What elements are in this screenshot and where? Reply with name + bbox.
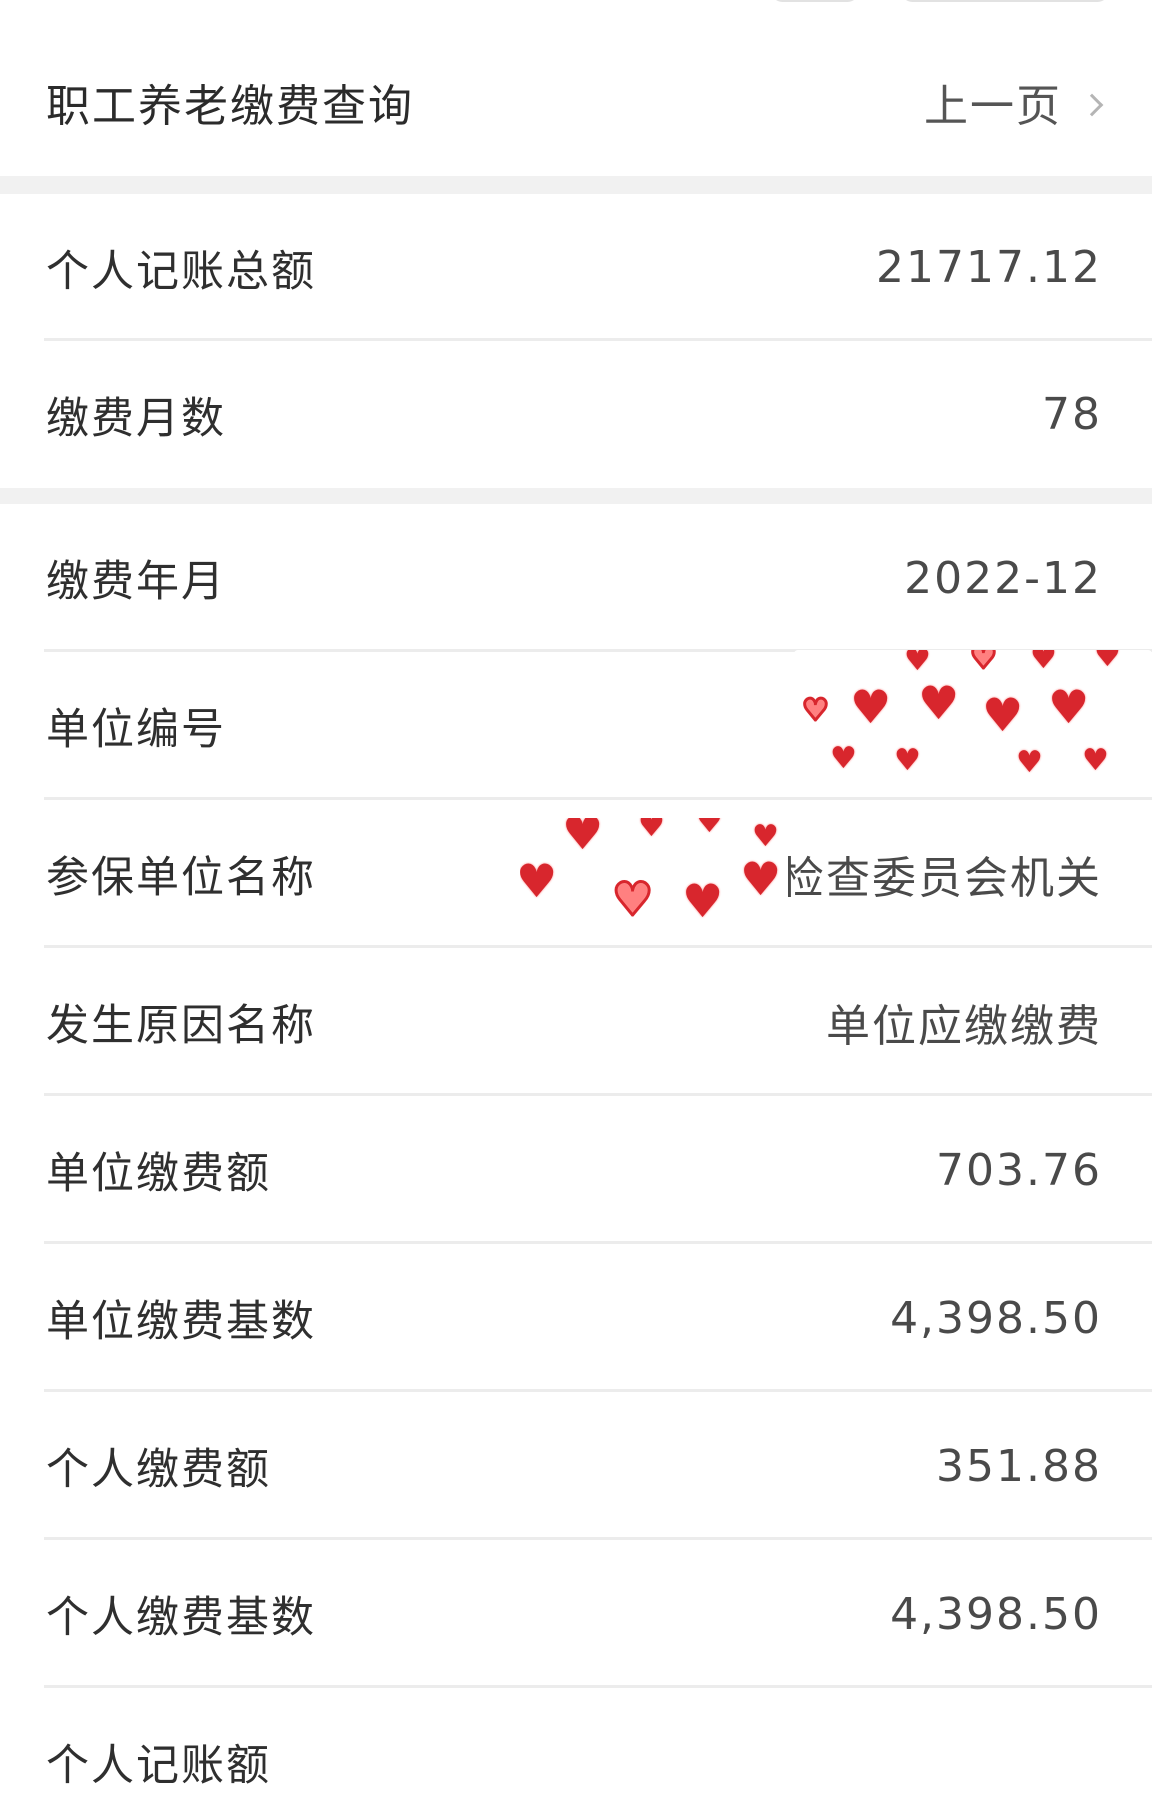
row-value: 78 [1042, 389, 1102, 440]
row-label: 缴费月数 [46, 393, 226, 444]
row-label: 个人缴费基数 [46, 1593, 316, 1643]
summary-section: 个人记账总额 21717.12 缴费月数 78 [0, 194, 1152, 488]
row-label: 发生原因名称 [46, 1001, 316, 1051]
previous-page-label: 上一页 [924, 81, 1062, 132]
previous-page-button[interactable]: 上一页 [924, 70, 1104, 134]
detail-row-unit-name: 参保单位名称 中共 检查委员会机关 [0, 800, 1152, 948]
row-value: 351.88 [936, 1440, 1102, 1492]
row-label: 参保单位名称 [46, 853, 316, 903]
cutoff-pill-left[interactable] [770, 0, 860, 2]
page-title: 职工养老缴费查询 [46, 81, 414, 132]
detail-row-reason: 发生原因名称 单位应缴缴费 [0, 948, 1152, 1096]
chevron-right-icon [1080, 93, 1104, 117]
row-value: 单位应缴缴费 [826, 1001, 1102, 1052]
detail-row-personal-base: 个人缴费基数 4,398.50 [0, 1540, 1152, 1688]
pension-query-page: 职工养老缴费查询 上一页 个人记账总额 21717.12 缴费月数 78 缴费年… [0, 0, 1152, 1814]
row-label: 单位缴费额 [46, 1149, 271, 1199]
row-value: 4,398.50 [890, 1292, 1102, 1344]
row-label: 个人缴费额 [46, 1445, 271, 1495]
row-value: 中共 检查委员会机关 [672, 853, 1102, 904]
summary-row-payment-months: 缴费月数 78 [0, 341, 1152, 488]
row-label: 缴费年月 [46, 557, 226, 607]
row-label: 单位缴费基数 [46, 1297, 316, 1347]
detail-row-personal-account: 个人记账额 [0, 1688, 1152, 1814]
row-label: 个人记账总额 [46, 246, 316, 297]
detail-row-unit-base: 单位缴费基数 4,398.50 [0, 1244, 1152, 1392]
cutoff-pill-right[interactable] [900, 0, 1110, 2]
row-value: 703.76 [936, 1144, 1102, 1196]
section-divider [0, 488, 1152, 504]
row-value: 2022-12 [904, 552, 1102, 604]
section-divider [0, 176, 1152, 194]
detail-row-personal-payment: 个人缴费额 351.88 [0, 1392, 1152, 1540]
top-cutoff-controls [0, 0, 1152, 14]
detail-section: 缴费年月 2022-12 单位编号 参保单位名称 中共 检查委员会机关 发生原因… [0, 504, 1152, 1814]
row-value: 21717.12 [876, 242, 1102, 293]
detail-row-unit-number: 单位编号 [0, 652, 1152, 800]
row-value: 4,398.50 [890, 1588, 1102, 1640]
summary-row-total-account: 个人记账总额 21717.12 [0, 194, 1152, 341]
detail-row-unit-payment: 单位缴费额 703.76 [0, 1096, 1152, 1244]
detail-row-payment-period: 缴费年月 2022-12 [0, 504, 1152, 652]
row-label: 单位编号 [46, 705, 226, 755]
page-header: 职工养老缴费查询 上一页 [0, 14, 1152, 174]
row-label: 个人记账额 [46, 1741, 271, 1791]
